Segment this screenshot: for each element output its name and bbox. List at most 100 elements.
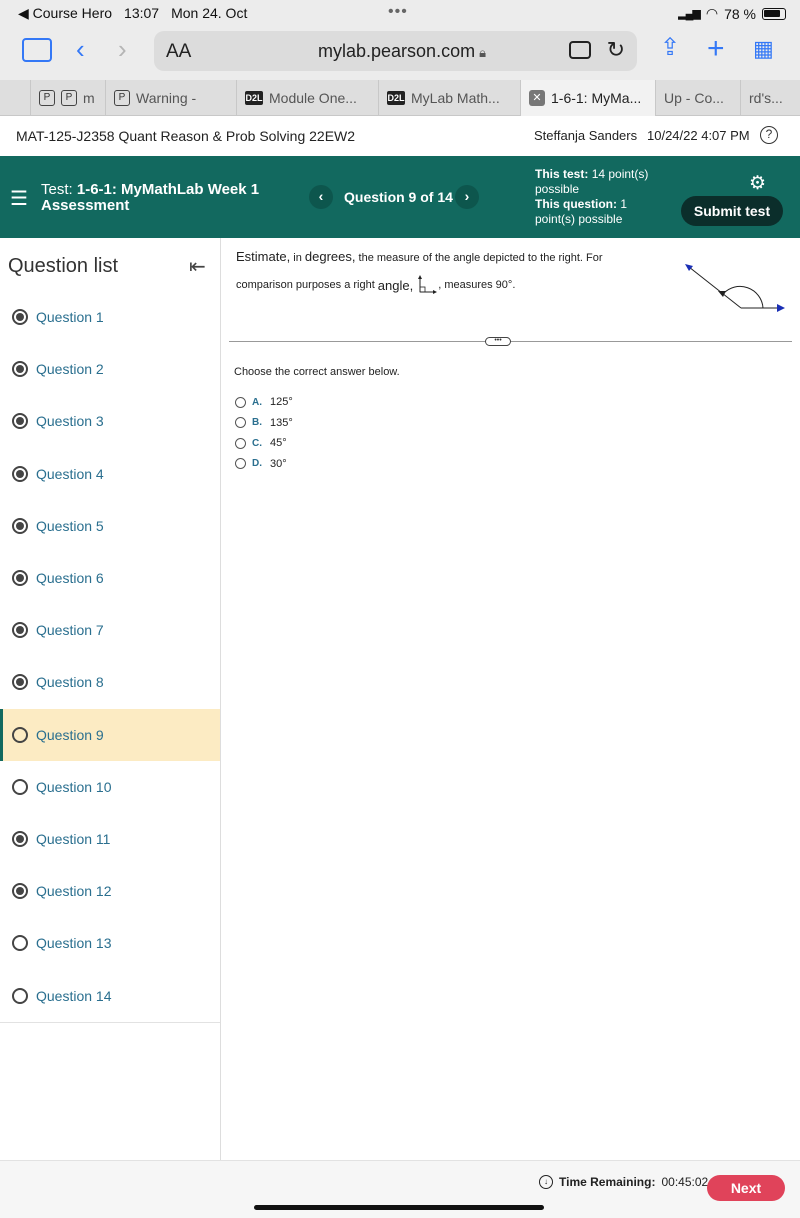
text-size-button[interactable]: AA bbox=[166, 41, 191, 63]
answer-radio[interactable] bbox=[235, 396, 246, 408]
test-header: ☰ Test: 1-6-1: MyMathLab Week 1 Assessme… bbox=[0, 156, 800, 238]
help-icon[interactable]: ? bbox=[760, 126, 778, 144]
this-test-label: This test: bbox=[535, 167, 589, 181]
course-title: MAT-125-J2358 Quant Reason & Prob Solvin… bbox=[16, 128, 356, 144]
user-name[interactable]: Steffanja Sanders bbox=[534, 128, 637, 143]
address-bar[interactable]: AA mylab.pearson.com 🔒︎ ↻ bbox=[154, 31, 637, 71]
question-list-item[interactable]: Question 4 bbox=[0, 448, 220, 500]
question-list-item[interactable]: Question 7 bbox=[0, 604, 220, 656]
question-list-item[interactable]: Question 2 bbox=[0, 343, 220, 395]
tab-strip: P P m P Warning - D2L Module One... D2L … bbox=[0, 80, 800, 116]
share-icon[interactable]: ⇪ bbox=[660, 36, 680, 60]
pearson-favicon-icon: P bbox=[61, 90, 77, 106]
answer-value: 135° bbox=[270, 416, 293, 429]
question-list-label: Question 3 bbox=[36, 413, 104, 430]
menu-icon[interactable]: ☰ bbox=[10, 186, 28, 211]
answer-option[interactable]: C. 45° bbox=[235, 437, 287, 449]
previous-question-button[interactable]: ‹ bbox=[309, 185, 333, 209]
question-list-item[interactable]: Question 3 bbox=[0, 395, 220, 447]
tab-module-one[interactable]: D2L Module One... bbox=[236, 80, 378, 116]
answer-option[interactable]: B. 135° bbox=[235, 417, 293, 429]
reload-icon[interactable]: ↻ bbox=[607, 37, 625, 63]
tab-overview-icon[interactable]: ▦ bbox=[753, 38, 774, 60]
next-button[interactable]: Next bbox=[707, 1175, 785, 1201]
tab-label: rd's... bbox=[749, 90, 783, 106]
question-prompt-line2: comparison purposes a right angle, , mea… bbox=[236, 274, 515, 296]
tab-label: Warning - bbox=[136, 90, 197, 106]
clock-time: 13:07 bbox=[124, 5, 160, 21]
answer-value: 30° bbox=[270, 457, 287, 470]
answered-status-icon bbox=[12, 570, 28, 586]
answer-radio[interactable] bbox=[235, 417, 246, 428]
question-list-item[interactable]: Question 5 bbox=[0, 500, 220, 552]
answered-status-icon bbox=[12, 674, 28, 691]
question-list-item[interactable]: Question 10 bbox=[0, 761, 220, 813]
clock-icon: ↓ bbox=[539, 1175, 553, 1189]
choose-instruction: Choose the correct answer below. bbox=[234, 366, 400, 378]
unanswered-status-icon bbox=[12, 935, 28, 952]
extension-icon[interactable] bbox=[569, 41, 591, 59]
answer-radio[interactable] bbox=[235, 458, 246, 469]
answer-option[interactable]: A. 125° bbox=[235, 396, 293, 408]
question-panel: Estimate, in degrees, the measure of the… bbox=[221, 238, 800, 1160]
question-list-label: Question 6 bbox=[36, 570, 104, 586]
answered-status-icon bbox=[12, 465, 28, 482]
multitask-dots-icon[interactable]: ••• bbox=[388, 3, 408, 21]
question-list-label: Question 12 bbox=[36, 883, 112, 900]
this-question-label: This question: bbox=[535, 197, 617, 211]
answered-status-icon bbox=[12, 622, 28, 639]
back-to-app-link[interactable]: ◀ Course Hero bbox=[18, 5, 112, 22]
question-counter[interactable]: Question 9 of 14 bbox=[344, 189, 453, 205]
status-date: Mon 24. Oct bbox=[171, 5, 248, 21]
question-list-item[interactable]: Question 12 bbox=[0, 865, 220, 917]
answer-letter: B. bbox=[252, 417, 262, 428]
submit-test-button[interactable]: Submit test bbox=[681, 196, 783, 226]
question-list-item[interactable]: Question 13 bbox=[0, 917, 220, 969]
test-prefix: Test: bbox=[41, 181, 73, 198]
home-indicator[interactable] bbox=[254, 1205, 544, 1210]
question-list-label: Question 9 bbox=[36, 726, 104, 743]
url-text[interactable]: mylab.pearson.com 🔒︎ bbox=[318, 41, 486, 62]
pearson-favicon-icon: P bbox=[114, 90, 130, 106]
answer-option[interactable]: D. 30° bbox=[235, 458, 287, 470]
collapse-panel-icon[interactable]: ⇤ bbox=[189, 254, 206, 279]
new-tab-icon[interactable]: + bbox=[707, 34, 725, 64]
question-list-item[interactable]: Question 11 bbox=[0, 813, 220, 865]
question-list-item[interactable]: Question 6 bbox=[0, 552, 220, 604]
question-list-item[interactable]: Question 8 bbox=[0, 656, 220, 708]
signal-icon: ▂▄▆ bbox=[678, 8, 701, 20]
tab-other[interactable]: rd's... bbox=[740, 80, 800, 116]
question-list-label: Question 11 bbox=[36, 831, 111, 847]
question-list-item[interactable]: Question 9 bbox=[0, 708, 220, 761]
answer-radio[interactable] bbox=[235, 437, 246, 449]
close-tab-icon[interactable]: ✕ bbox=[529, 90, 545, 106]
test-name: 1-6-1: MyMathLab Week 1 Assessment bbox=[41, 181, 260, 214]
tab-mylab-math[interactable]: D2L MyLab Math... bbox=[378, 80, 520, 116]
unanswered-status-icon bbox=[12, 726, 28, 743]
time-remaining-label: Time Remaining: bbox=[559, 1175, 656, 1189]
d2l-favicon-icon: D2L bbox=[387, 91, 405, 105]
forward-icon[interactable]: › bbox=[118, 36, 127, 62]
tab-course-hero[interactable]: Up - Co... bbox=[655, 80, 740, 116]
question-list-item[interactable]: Question 14 bbox=[0, 970, 220, 1022]
browser-toolbar: ‹ › AA mylab.pearson.com 🔒︎ ↻ ⇪ + ▦ bbox=[0, 26, 800, 80]
settings-gear-icon[interactable]: ⚙ bbox=[749, 172, 766, 195]
answer-value: 125° bbox=[270, 396, 293, 408]
unanswered-status-icon bbox=[12, 987, 28, 1004]
sidebar-toggle-icon[interactable] bbox=[22, 38, 52, 62]
question-list-item[interactable]: Question 1 bbox=[0, 291, 220, 343]
answered-status-icon bbox=[12, 309, 28, 325]
status-bar: ◀ Course Hero 13:07 Mon 24. Oct ••• ▂▄▆ … bbox=[0, 0, 800, 26]
tab-active-assessment[interactable]: ✕ 1-6-1: MyMa... bbox=[520, 80, 655, 116]
back-icon[interactable]: ‹ bbox=[76, 36, 85, 62]
points-info: This test: 14 point(s) possible This que… bbox=[535, 167, 670, 227]
resize-handle[interactable]: ••• bbox=[485, 337, 511, 346]
test-title: Test: 1-6-1: MyMathLab Week 1 Assessment bbox=[41, 182, 291, 214]
tab-pearson-1[interactable]: P P m bbox=[30, 80, 105, 116]
tab-warning[interactable]: P Warning - bbox=[105, 80, 236, 116]
battery-percent: 78 % bbox=[724, 5, 756, 22]
question-list-label: Question 13 bbox=[36, 935, 112, 952]
time-remaining[interactable]: ↓ Time Remaining: 00:45:02 bbox=[539, 1175, 708, 1189]
next-question-arrow-button[interactable]: › bbox=[455, 185, 479, 209]
unanswered-status-icon bbox=[12, 778, 28, 795]
